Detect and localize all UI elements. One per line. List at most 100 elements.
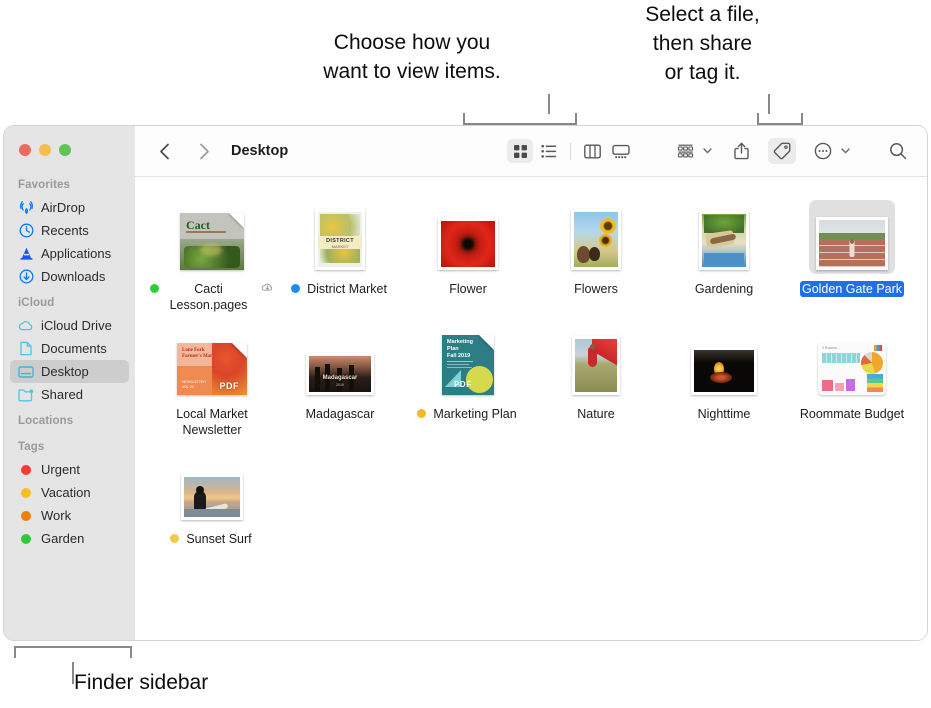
file-name-row[interactable]: Nature bbox=[575, 406, 617, 422]
thumbnail-photo: Madagascar 2019 bbox=[306, 353, 374, 395]
window-controls bbox=[4, 126, 135, 156]
close-button[interactable] bbox=[19, 144, 31, 156]
view-mode-buttons bbox=[507, 139, 634, 163]
file-item[interactable]: Nighttime bbox=[660, 321, 788, 438]
callout-share-bracket bbox=[757, 94, 803, 125]
file-name-label: Local Market Newsletter bbox=[176, 407, 248, 437]
file-name-row[interactable]: Gardening bbox=[693, 281, 755, 297]
search-icon[interactable] bbox=[885, 139, 911, 163]
file-name-row[interactable]: Madagascar bbox=[304, 406, 377, 422]
sidebar-item-vacation[interactable]: Vacation bbox=[10, 481, 129, 504]
sidebar-item-urgent[interactable]: Urgent bbox=[10, 458, 129, 481]
file-name-label: Nature bbox=[577, 407, 615, 421]
clock-icon bbox=[18, 223, 34, 239]
file-item[interactable]: Cact Cacti Lesson.pages bbox=[148, 196, 276, 313]
sidebar-item-applications[interactable]: Applications bbox=[10, 242, 129, 265]
sidebar-item-icloud-drive[interactable]: iCloud Drive bbox=[10, 314, 129, 337]
file-name-row[interactable]: Flowers bbox=[572, 281, 620, 297]
file-thumbnail[interactable]: Cact bbox=[173, 200, 251, 274]
file-item[interactable]: Madagascar 2019 Madagascar bbox=[276, 321, 404, 438]
thumbnail-photo bbox=[816, 217, 888, 270]
file-name-row[interactable]: District Market bbox=[291, 281, 389, 297]
minimize-button[interactable] bbox=[39, 144, 51, 156]
shared-folder-icon bbox=[18, 387, 34, 403]
file-item[interactable]: Sunset Surf bbox=[148, 446, 276, 547]
finder-sidebar: Favorites AirDrop Recents Applications Downl… bbox=[4, 126, 135, 640]
sidebar-item-shared[interactable]: Shared bbox=[10, 383, 129, 406]
file-thumbnail[interactable] bbox=[564, 200, 628, 274]
file-name-row[interactable]: Roommate Budget bbox=[798, 406, 906, 422]
sidebar-item-recents[interactable]: Recents bbox=[10, 219, 129, 242]
icon-view-button[interactable] bbox=[507, 139, 533, 163]
thumbnail-photo bbox=[699, 211, 749, 270]
column-view-button[interactable] bbox=[579, 139, 605, 163]
more-chevron-down-icon[interactable] bbox=[840, 148, 850, 154]
file-thumbnail[interactable]: Lone Fork Farmer's Market NEWSLETTER VOL 2… bbox=[170, 325, 254, 399]
thumbnail-photo bbox=[691, 347, 757, 395]
file-item[interactable]: Golden Gate Park bbox=[788, 196, 916, 313]
callout-view-label: Choose how you want to view items. bbox=[323, 31, 501, 83]
file-name-row[interactable]: Cacti Lesson.pages bbox=[150, 281, 274, 313]
cloud-icon bbox=[18, 318, 34, 334]
file-item[interactable]: Gardening bbox=[660, 196, 788, 313]
file-thumbnail[interactable]: DISTRICT MARKET bbox=[308, 200, 372, 274]
file-name-row[interactable]: Golden Gate Park bbox=[799, 281, 905, 297]
file-name-label: Sunset Surf bbox=[186, 532, 252, 546]
file-item[interactable]: Marketing Plan Fall 2019 PDF Marketing Pla… bbox=[404, 321, 532, 438]
sidebar-item-documents[interactable]: Documents bbox=[10, 337, 129, 360]
file-item[interactable]: Nature bbox=[532, 321, 660, 438]
callout-sidebar-bracket bbox=[14, 646, 132, 684]
list-view-button[interactable] bbox=[536, 139, 562, 163]
thumbnail-numbers-document: 3 Roomm... bbox=[818, 343, 886, 395]
group-by-chevron-down-icon[interactable] bbox=[702, 148, 712, 154]
file-thumbnail[interactable]: Marketing Plan Fall 2019 PDF bbox=[435, 325, 501, 399]
file-item[interactable]: Flower bbox=[404, 196, 532, 313]
file-thumbnail[interactable] bbox=[431, 200, 505, 274]
file-name-row[interactable]: Marketing Plan bbox=[417, 406, 518, 422]
file-name-label: Gardening bbox=[694, 282, 754, 296]
zoom-button[interactable] bbox=[59, 144, 71, 156]
sidebar-item-label: Urgent bbox=[41, 462, 81, 477]
file-name-row[interactable]: Sunset Surf bbox=[170, 531, 253, 547]
file-item[interactable]: Lone Fork Farmer's Market NEWSLETTER VOL 2… bbox=[148, 321, 276, 438]
sidebar-item-label: AirDrop bbox=[41, 200, 86, 215]
sidebar-item-label: Shared bbox=[41, 387, 83, 402]
icloud-download-icon[interactable] bbox=[261, 281, 274, 297]
file-thumbnail[interactable] bbox=[174, 450, 250, 524]
sidebar-item-desktop[interactable]: Desktop bbox=[10, 360, 129, 383]
file-name-row[interactable]: Local Market Newsletter bbox=[150, 406, 274, 438]
sidebar-item-airdrop[interactable]: AirDrop bbox=[10, 196, 129, 219]
more-button[interactable] bbox=[810, 139, 836, 163]
file-thumbnail[interactable] bbox=[684, 325, 764, 399]
tag-button[interactable] bbox=[768, 138, 796, 164]
file-name-label: District Market bbox=[307, 282, 387, 296]
callout-share-label: Select a file, then share or tag it. bbox=[645, 3, 760, 84]
file-thumbnail[interactable]: 3 Roomm... bbox=[811, 325, 893, 399]
tag-dot-icon bbox=[18, 485, 34, 501]
sidebar-item-garden[interactable]: Garden bbox=[10, 527, 129, 550]
share-button[interactable] bbox=[728, 139, 754, 163]
file-thumbnail[interactable] bbox=[692, 200, 756, 274]
back-button[interactable] bbox=[151, 139, 177, 163]
file-item[interactable]: 3 Roomm... Roommate Budget bbox=[788, 321, 916, 438]
file-thumbnail[interactable] bbox=[809, 200, 895, 274]
gallery-view-button[interactable] bbox=[608, 139, 634, 163]
sidebar-item-downloads[interactable]: Downloads bbox=[10, 265, 129, 288]
file-thumbnail[interactable] bbox=[565, 325, 627, 399]
group-by-button[interactable] bbox=[672, 139, 698, 163]
file-item[interactable]: DISTRICT MARKET District Market bbox=[276, 196, 404, 313]
file-name-row[interactable]: Nighttime bbox=[696, 406, 753, 422]
tag-dot-icon bbox=[18, 462, 34, 478]
finder-main-pane: Desktop Cact Cacti Lesson.pages DISTRICT… bbox=[135, 126, 927, 640]
file-name-label: Flower bbox=[449, 282, 487, 296]
sidebar-item-label: Garden bbox=[41, 531, 85, 546]
nav-buttons bbox=[151, 139, 217, 163]
file-thumbnail[interactable]: Madagascar 2019 bbox=[299, 325, 381, 399]
forward-button[interactable] bbox=[191, 139, 217, 163]
document-icon bbox=[18, 341, 34, 357]
file-name-row[interactable]: Flower bbox=[447, 281, 489, 297]
thumbnail-photo bbox=[572, 336, 620, 395]
sidebar-item-work[interactable]: Work bbox=[10, 504, 129, 527]
file-item[interactable]: Flowers bbox=[532, 196, 660, 313]
app-store-icon bbox=[18, 246, 34, 262]
